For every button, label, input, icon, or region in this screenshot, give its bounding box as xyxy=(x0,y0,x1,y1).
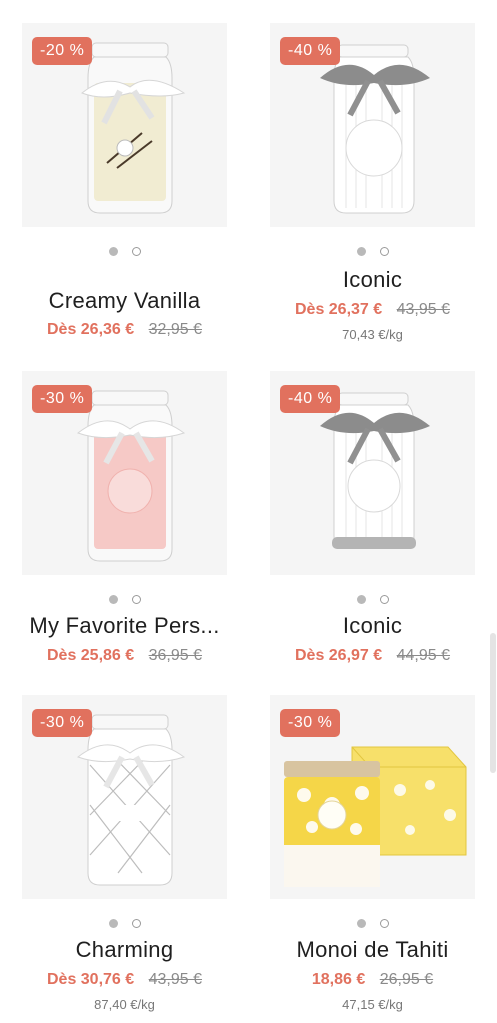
price-row: Dès 26,97 € 44,95 € xyxy=(260,647,485,665)
carousel-dot[interactable] xyxy=(379,919,389,928)
carousel-dot[interactable] xyxy=(379,247,389,256)
price-row: Dès 25,86 € 36,95 € xyxy=(12,647,237,665)
price-row: Dès 30,76 € 43,95 € xyxy=(12,971,237,989)
unit-price: 70,43 €/kg xyxy=(342,327,403,342)
discount-badge: -20 % xyxy=(32,37,93,65)
original-price: 26,95 € xyxy=(379,971,434,988)
carousel-dot[interactable] xyxy=(131,595,141,604)
product-name[interactable]: Iconic xyxy=(260,613,485,639)
price-row: 18,86 € 26,95 € xyxy=(260,971,485,989)
carousel-dot-active[interactable] xyxy=(108,247,118,256)
product-card[interactable]: -30 % My Favorite Pers... Dès 25,86 € 36… xyxy=(22,371,227,671)
carousel-dot-active[interactable] xyxy=(108,595,118,604)
current-price: Dès 26,37 € xyxy=(294,301,383,318)
product-image[interactable]: -30 % xyxy=(270,695,475,899)
carousel-dot-active[interactable] xyxy=(356,919,366,928)
product-card[interactable]: -20 % Creamy Vanilla Dès 26,36 € 32,95 € xyxy=(22,23,227,343)
original-price: 32,95 € xyxy=(148,321,203,338)
product-name[interactable]: Monoi de Tahiti xyxy=(260,937,485,963)
image-carousel-dots[interactable] xyxy=(270,919,475,931)
carousel-dot-active[interactable] xyxy=(108,919,118,928)
product-card[interactable]: -30 % Charming Dès 30,76 € 43,95 € 87,40… xyxy=(22,695,227,1020)
original-price: 44,95 € xyxy=(396,647,451,664)
product-image[interactable]: -30 % xyxy=(22,371,227,575)
unit-price: 87,40 €/kg xyxy=(94,997,155,1012)
product-name[interactable]: Iconic xyxy=(260,267,485,293)
product-card[interactable]: -30 % Monoi de Tahiti 18,86 € 26,95 € 47… xyxy=(270,695,475,1020)
image-carousel-dots[interactable] xyxy=(22,247,227,259)
carousel-dot-active[interactable] xyxy=(356,247,366,256)
product-image[interactable]: -30 % xyxy=(22,695,227,899)
carousel-dot[interactable] xyxy=(379,595,389,604)
image-carousel-dots[interactable] xyxy=(270,247,475,259)
original-price: 36,95 € xyxy=(148,647,203,664)
product-image[interactable]: -20 % xyxy=(22,23,227,227)
current-price: Dès 26,97 € xyxy=(294,647,383,664)
current-price: Dès 30,76 € xyxy=(46,971,135,988)
image-carousel-dots[interactable] xyxy=(22,919,227,931)
discount-badge: -30 % xyxy=(32,385,93,413)
discount-badge: -30 % xyxy=(280,709,341,737)
product-image[interactable]: -40 % xyxy=(270,371,475,575)
original-price: 43,95 € xyxy=(396,301,451,318)
product-name[interactable]: Creamy Vanilla xyxy=(12,288,237,314)
unit-price: 47,15 €/kg xyxy=(342,997,403,1012)
image-carousel-dots[interactable] xyxy=(22,595,227,607)
current-price: Dès 26,36 € xyxy=(46,321,135,338)
discount-badge: -30 % xyxy=(32,709,93,737)
scrollbar[interactable] xyxy=(490,633,496,773)
carousel-dot-active[interactable] xyxy=(356,595,366,604)
price-row: Dès 26,37 € 43,95 € xyxy=(260,301,485,319)
current-price: 18,86 € xyxy=(311,971,366,988)
original-price: 43,95 € xyxy=(148,971,203,988)
carousel-dot[interactable] xyxy=(131,247,141,256)
discount-badge: -40 % xyxy=(280,385,341,413)
product-name[interactable]: My Favorite Pers... xyxy=(12,613,237,639)
product-card[interactable]: -40 % Iconic Dès 26,37 € 43,95 € 70,43 €… xyxy=(270,23,475,348)
product-image[interactable]: -40 % xyxy=(270,23,475,227)
product-card[interactable]: -40 % Iconic Dès 26,97 € 44,95 € xyxy=(270,371,475,671)
image-carousel-dots[interactable] xyxy=(270,595,475,607)
discount-badge: -40 % xyxy=(280,37,341,65)
price-row: Dès 26,36 € 32,95 € xyxy=(12,321,237,339)
carousel-dot[interactable] xyxy=(131,919,141,928)
product-name[interactable]: Charming xyxy=(12,937,237,963)
current-price: Dès 25,86 € xyxy=(46,647,135,664)
